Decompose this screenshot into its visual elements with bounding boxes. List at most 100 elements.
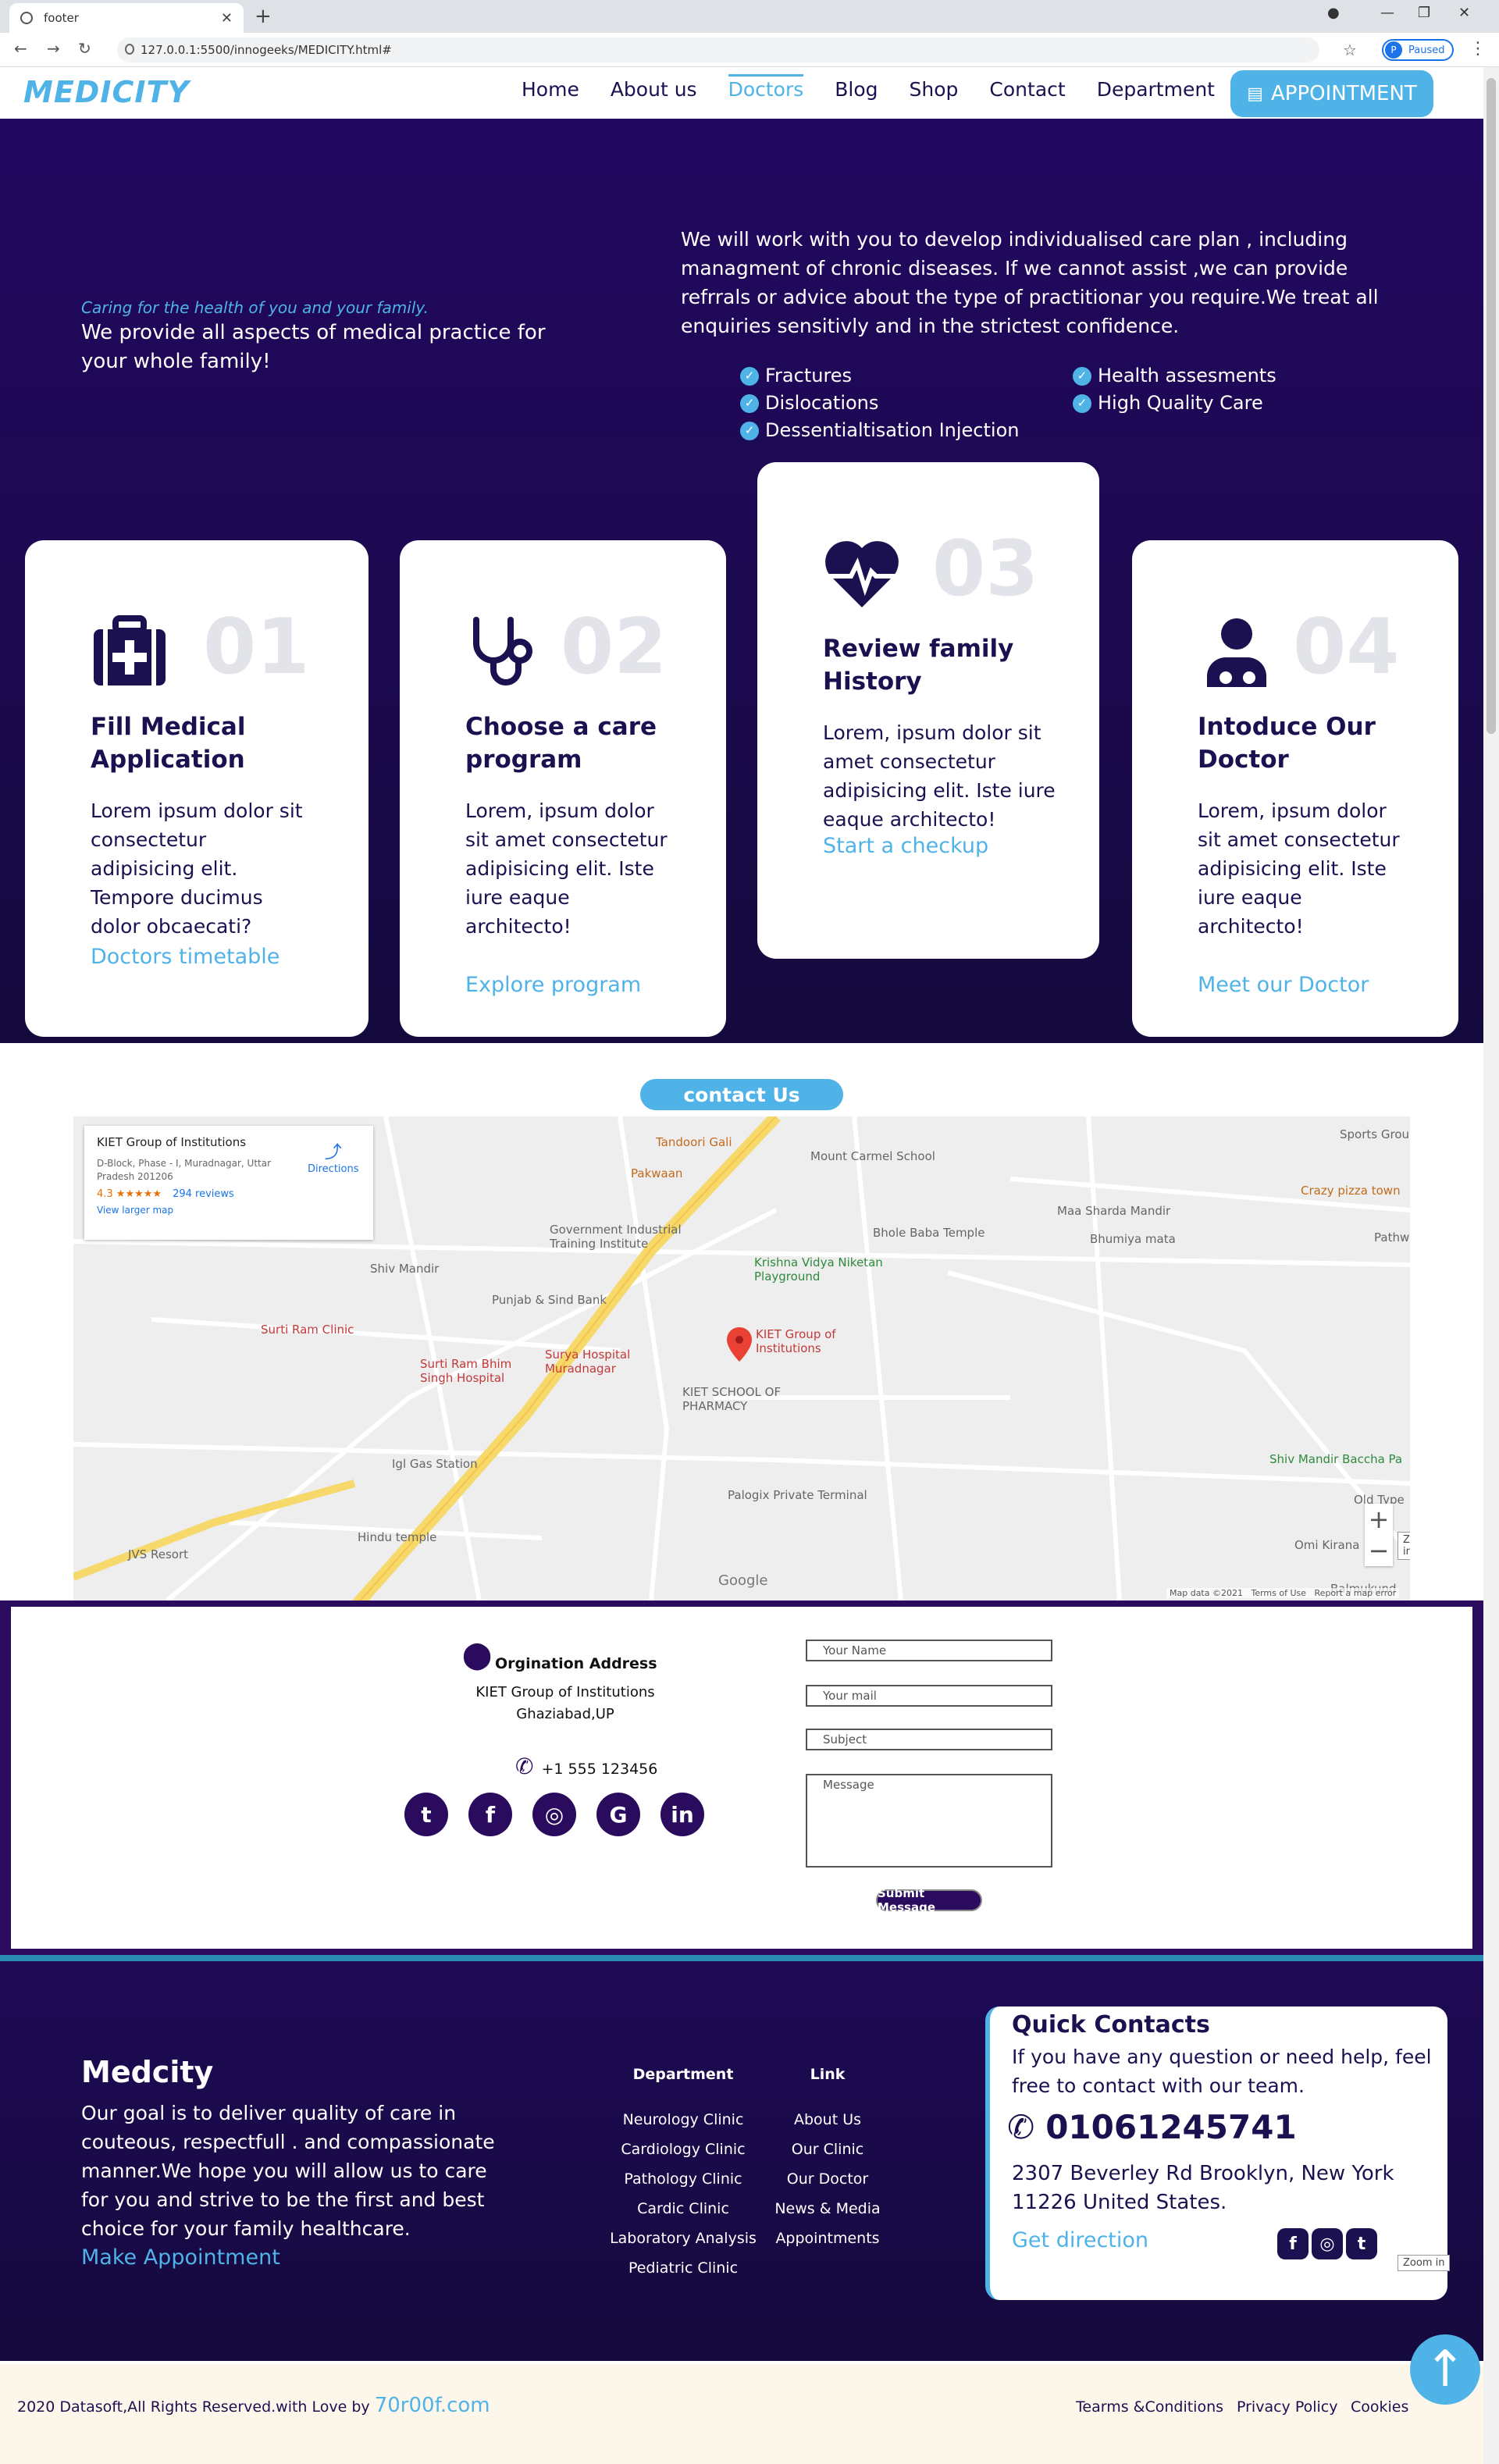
map-label: Shiv Mandir — [370, 1262, 440, 1276]
zoom-in-button[interactable]: + — [1365, 1504, 1393, 1535]
close-window-icon[interactable]: ✕ — [1458, 5, 1470, 21]
browser-menu-icon[interactable]: ● — [1327, 5, 1340, 21]
report-map-error-link[interactable]: Report a map error — [1315, 1588, 1397, 1598]
zoom-tooltip: Zoom in — [1398, 2255, 1451, 2271]
embedded-map[interactable]: KIET Group of Institutions D-Block, Phas… — [73, 1116, 1410, 1601]
map-place-address: D-Block, Phase - I, Muradnagar, Uttar Pr… — [97, 1158, 272, 1182]
privacy-link[interactable]: Privacy Policy — [1237, 2398, 1337, 2416]
meet-doctor-link[interactable]: Meet our Doctor — [1198, 973, 1369, 997]
globe-icon — [20, 12, 33, 24]
quick-contacts-title: Quick Contacts — [1012, 2011, 1210, 2038]
step-card-3: 03 Review family History Lorem, ipsum do… — [757, 462, 1099, 959]
make-appointment-link[interactable]: Make Appointment — [81, 2245, 280, 2270]
scroll-to-top-button[interactable]: ↑ — [1410, 2334, 1480, 2405]
email-field[interactable]: Your mail — [806, 1685, 1052, 1707]
profile-button[interactable]: P Paused — [1382, 39, 1454, 61]
nav-home[interactable]: Home — [522, 78, 579, 105]
back-icon[interactable]: ← — [14, 39, 27, 58]
minimize-icon[interactable]: — — [1380, 5, 1394, 21]
restore-icon[interactable]: ❐ — [1418, 5, 1430, 21]
linkedin-icon[interactable]: in — [660, 1793, 704, 1836]
copyright-text: 2020 Datasoft,All Rights Reserved.with L… — [17, 2394, 490, 2417]
hero-heading: We provide all aspects of medical practi… — [81, 321, 546, 373]
message-field[interactable]: Message — [806, 1774, 1052, 1868]
step-number: 02 — [561, 603, 668, 692]
stethoscope-icon — [473, 617, 532, 685]
map-label: Maa Sharda Mandir — [1057, 1204, 1171, 1218]
cookies-link[interactable]: Cookies — [1351, 2398, 1408, 2416]
nav-about[interactable]: About us — [611, 78, 697, 105]
address-bar[interactable]: 127.0.0.1:5500/innogeeks/MEDICITY.html# — [117, 37, 1319, 62]
bookmark-star-icon[interactable]: ☆ — [1343, 41, 1357, 59]
browser-tab[interactable]: footer ✕ — [9, 3, 244, 33]
department-link[interactable]: Cardic Clinic — [593, 2194, 773, 2224]
name-field[interactable]: Your Name — [806, 1640, 1052, 1661]
appointment-label: APPOINTMENT — [1270, 82, 1417, 105]
department-link[interactable]: Pediatric Clinic — [593, 2253, 773, 2283]
org-address: KIET Group of Institutions Ghaziabad,UP — [475, 1684, 655, 1722]
map-label: Shiv Mandir Baccha Pa — [1269, 1452, 1403, 1466]
nav-doctors[interactable]: Doctors — [728, 74, 804, 105]
hero-paragraph: We will work with you to develop individ… — [681, 228, 1379, 337]
nav-contact[interactable]: Contact — [989, 78, 1065, 105]
map-label: Palogix Private Terminal — [728, 1488, 867, 1502]
map-reviews-link[interactable]: 294 reviews — [173, 1188, 234, 1200]
nav-department[interactable]: Department — [1097, 78, 1215, 105]
doctors-timetable-link[interactable]: Doctors timetable — [91, 945, 280, 969]
reload-icon[interactable]: ↻ — [78, 39, 91, 58]
submit-message-button[interactable]: Submit Message — [876, 1886, 982, 1914]
footer-link[interactable]: News & Media — [764, 2194, 892, 2224]
kebab-menu-icon[interactable]: ⋮ — [1469, 39, 1487, 59]
instagram-icon[interactable]: ◎ — [532, 1793, 576, 1836]
facebook-icon[interactable]: f — [1277, 2228, 1309, 2259]
directions-button[interactable]: ⤴ Directions — [308, 1138, 359, 1175]
twitter-icon[interactable]: t — [404, 1793, 448, 1836]
map-label: Surti Ram Clinic — [261, 1323, 354, 1337]
explore-program-link[interactable]: Explore program — [465, 973, 641, 997]
department-link[interactable]: Pathology Clinic — [593, 2164, 773, 2194]
terms-link[interactable]: Tearms &Conditions — [1076, 2398, 1223, 2416]
footer-link[interactable]: Appointments — [764, 2224, 892, 2253]
social-links: t f ◎ G in — [404, 1793, 704, 1836]
step-description: Lorem, ipsum dolor sit amet consectetur … — [1198, 799, 1400, 938]
nav-blog[interactable]: Blog — [835, 78, 878, 105]
nav-shop[interactable]: Shop — [910, 78, 959, 105]
phone-icon: ✆ — [515, 1754, 534, 1779]
heartbeat-icon — [825, 541, 899, 607]
step-card-2: 02 Choose a care program Lorem, ipsum do… — [400, 540, 726, 1037]
start-checkup-link[interactable]: Start a checkup — [823, 834, 988, 858]
department-link[interactable]: Laboratory Analysis — [593, 2224, 773, 2253]
map-label: Krishna Vidya Niketan Playground — [754, 1255, 883, 1284]
new-tab-icon[interactable]: + — [255, 5, 272, 28]
hero-tagline: Caring for the health of you and your fa… — [81, 298, 429, 317]
footer-link[interactable]: Our Doctor — [764, 2164, 892, 2194]
facebook-icon[interactable]: f — [468, 1793, 512, 1836]
author-link[interactable]: 70r00f.com — [375, 2394, 490, 2417]
forward-icon[interactable]: → — [47, 39, 60, 58]
check-icon: ✓ — [1073, 366, 1091, 386]
subject-field[interactable]: Subject — [806, 1729, 1052, 1750]
quick-contacts-socials: f ◎ t — [1277, 2228, 1377, 2259]
footer-link[interactable]: Our Clinic — [764, 2135, 892, 2164]
step-card-1: 01 Fill Medical Application Lorem ipsum … — [25, 540, 369, 1037]
quick-contacts-address: 2307 Beverley Rd Brooklyn, New York 1122… — [1012, 2162, 1394, 2214]
get-direction-link[interactable]: Get direction — [1012, 2228, 1148, 2252]
zoom-out-button[interactable]: − — [1365, 1535, 1393, 1566]
feature-item: ✓ High Quality Care — [1073, 390, 1276, 417]
appointment-button[interactable]: ▤ APPOINTMENT — [1230, 70, 1433, 117]
department-link[interactable]: Cardiology Clinic — [593, 2135, 773, 2164]
site-logo[interactable]: MEDICITY — [23, 75, 190, 109]
terms-of-use-link[interactable]: Terms of Use — [1251, 1588, 1306, 1598]
google-icon[interactable]: G — [596, 1793, 640, 1836]
footer-brand: Medcity — [81, 2055, 214, 2089]
view-larger-map-link[interactable]: View larger map — [97, 1205, 361, 1216]
instagram-icon[interactable]: ◎ — [1312, 2228, 1343, 2259]
close-tab-icon[interactable]: ✕ — [221, 10, 233, 27]
page-scrollbar-thumb[interactable] — [1487, 78, 1496, 734]
department-link[interactable]: Neurology Clinic — [593, 2105, 773, 2135]
twitter-icon[interactable]: t — [1346, 2228, 1377, 2259]
info-icon[interactable] — [125, 44, 134, 55]
url-text: 127.0.0.1:5500/innogeeks/MEDICITY.html# — [141, 43, 392, 57]
footer-link[interactable]: About Us — [764, 2105, 892, 2135]
feature-item: ✓ Dislocations — [740, 390, 1019, 417]
